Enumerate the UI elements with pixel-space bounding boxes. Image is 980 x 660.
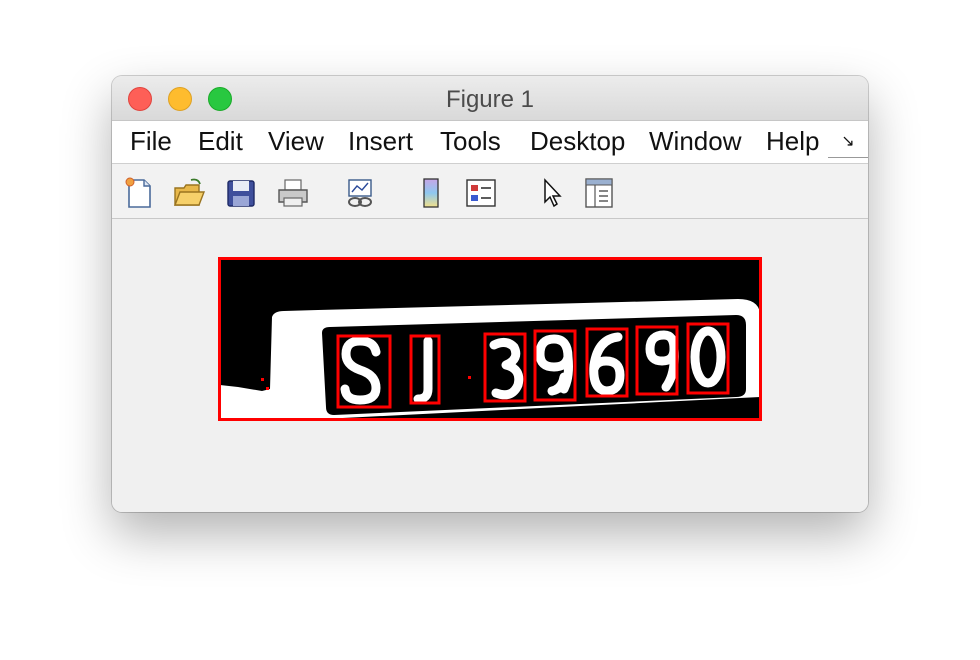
insert-colorbar-icon[interactable] (414, 176, 448, 210)
property-inspector-icon[interactable] (582, 176, 616, 210)
window-title: Figure 1 (445, 86, 535, 113)
menu-edit[interactable]: Edit (198, 126, 243, 157)
title-bar[interactable]: Figure 1 (112, 76, 868, 121)
open-file-icon[interactable] (172, 176, 206, 210)
menu-tools[interactable]: Tools (440, 126, 512, 157)
insert-legend-icon[interactable] (464, 176, 498, 210)
save-icon[interactable] (224, 176, 258, 210)
link-plot-icon[interactable] (344, 176, 378, 210)
figure-canvas (112, 219, 868, 512)
menu-view[interactable]: View (268, 126, 324, 157)
figure-toolbar (112, 164, 868, 219)
menu-help[interactable]: Help (766, 126, 819, 157)
menu-insert[interactable]: Insert (348, 126, 422, 157)
binary-plate-image (218, 257, 762, 421)
menu-desktop[interactable]: Desktop (530, 126, 633, 157)
edit-plot-pointer-icon[interactable] (536, 176, 570, 210)
double-chevron-icon[interactable]: ↘ (828, 127, 868, 158)
menu-file[interactable]: File (130, 126, 172, 157)
image-axes[interactable] (218, 257, 762, 421)
new-figure-icon[interactable] (122, 176, 156, 210)
menu-bar: File Edit View Insert Tools Desktop Wind… (112, 121, 868, 164)
print-icon[interactable] (276, 176, 310, 210)
figure-window: Figure 1 File Edit View Insert Tools Des… (112, 76, 868, 512)
menu-window[interactable]: Window (649, 126, 749, 157)
